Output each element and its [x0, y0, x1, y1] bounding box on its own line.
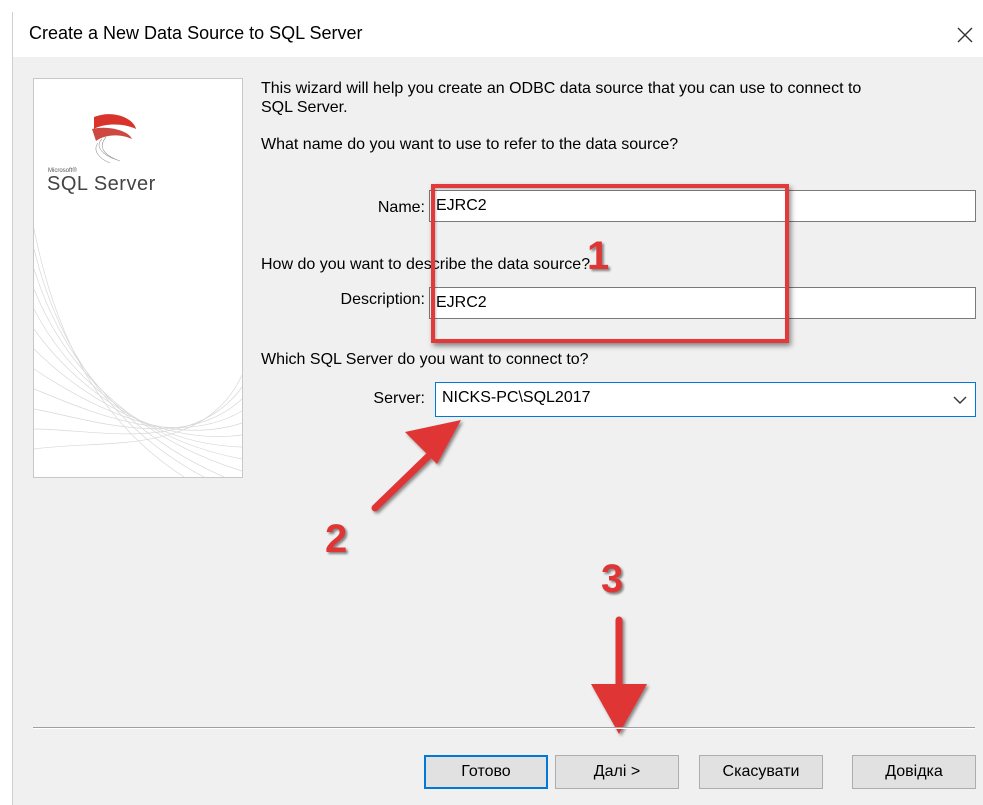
finish-button[interactable]: Готово: [424, 755, 548, 789]
help-button[interactable]: Довідка: [852, 755, 976, 789]
button-separator: [33, 727, 975, 729]
cancel-button[interactable]: Скасувати: [699, 755, 823, 789]
next-button[interactable]: Далі >: [555, 755, 679, 789]
dialog-window: Create a New Data Source to SQL Server M…: [12, 12, 983, 805]
annotation-arrows: [371, 420, 647, 734]
arrow-up-right-icon: [371, 420, 461, 512]
arrow-down-icon: [591, 616, 647, 734]
